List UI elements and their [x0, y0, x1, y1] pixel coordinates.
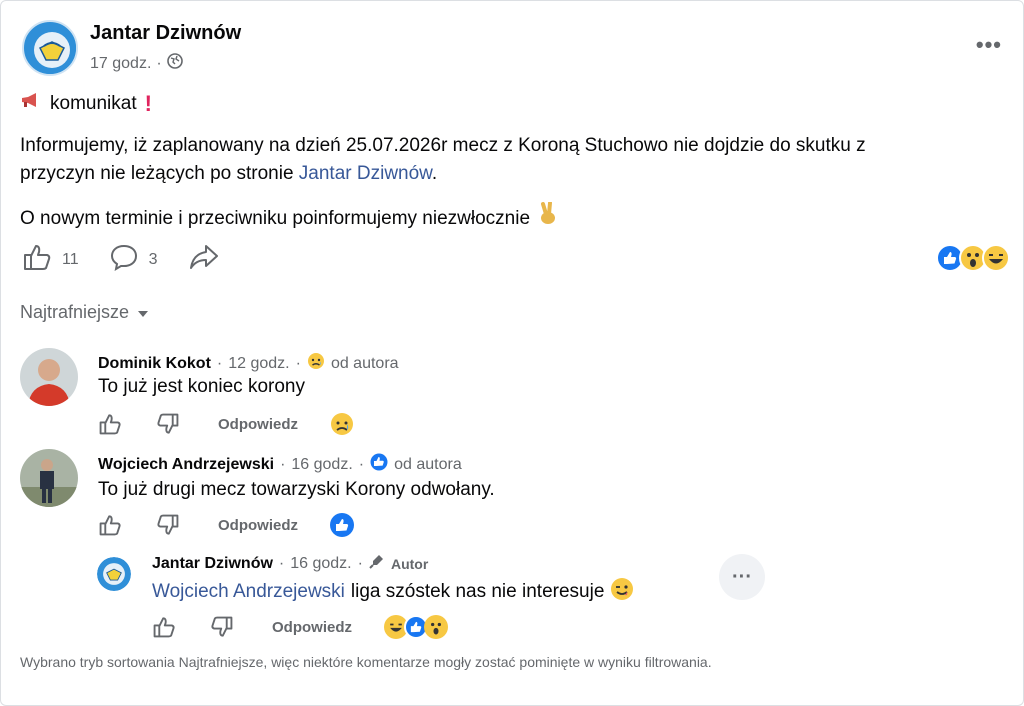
- reply-body: liga szóstek nas nie interesuje: [350, 581, 605, 602]
- comment-text: To już jest koniec korony: [98, 376, 305, 397]
- globe-icon: [166, 53, 183, 74]
- body-punct: .: [431, 163, 438, 184]
- page-mention-link[interactable]: Jantar Dziwnów: [299, 163, 432, 184]
- dislike-comment-icon[interactable]: [210, 616, 234, 638]
- share-action[interactable]: [188, 243, 220, 276]
- dislike-comment-icon[interactable]: [156, 413, 180, 435]
- meta-separator: ·: [295, 354, 301, 372]
- author-reaction-badge: od autora: [394, 455, 462, 473]
- comment-count: 3: [148, 250, 158, 268]
- reply-time[interactable]: 16 godz.: [290, 555, 351, 573]
- sad-reaction-icon[interactable]: [330, 412, 354, 436]
- body-text-3: O nowym terminie i przeciwniku poinformu…: [20, 207, 531, 229]
- wow-reaction-icon: [424, 615, 448, 639]
- comment-time[interactable]: 16 godz.: [291, 456, 352, 474]
- dislike-comment-icon[interactable]: [156, 514, 180, 536]
- share-arrow-icon: [188, 243, 220, 276]
- like-action[interactable]: 11: [22, 243, 79, 276]
- commenter-avatar[interactable]: [20, 449, 78, 507]
- reply-more-options-icon[interactable]: ···: [719, 554, 765, 600]
- haha-reaction-icon: [982, 244, 1010, 272]
- filter-notice: Wybrano tryb sortowania Najtrafniejsze, …: [20, 654, 712, 670]
- comment-actions: Odpowiedz: [98, 513, 354, 537]
- page-name[interactable]: Jantar Dziwnów: [90, 22, 241, 45]
- meta-separator: ·: [156, 54, 162, 72]
- post-heading-line: komunikat !: [20, 90, 152, 118]
- reply-button[interactable]: Odpowiedz: [218, 416, 298, 433]
- like-comment-icon[interactable]: [98, 514, 122, 536]
- chevron-down-icon: [137, 302, 149, 323]
- sort-label: Najtrafniejsze: [20, 302, 130, 322]
- wink-emoji-icon: [610, 577, 634, 607]
- comment-sort-dropdown[interactable]: Najtrafniejsze: [20, 302, 149, 323]
- page-avatar[interactable]: [22, 20, 78, 76]
- like-comment-icon[interactable]: [98, 413, 122, 435]
- reply-actions: Odpowiedz: [152, 615, 448, 639]
- exclamation-icon: !: [144, 91, 152, 116]
- post-body-line3: O nowym terminie i przeciwniku poinformu…: [20, 201, 558, 235]
- author-reaction-badge: od autora: [330, 354, 399, 372]
- body-text: przyczyn nie leżących po stronie: [20, 163, 294, 184]
- like-reaction-icon[interactable]: [330, 513, 354, 537]
- like-comment-icon[interactable]: [152, 616, 176, 638]
- reply-text: Wojciech Andrzejewski liga szóstek nas n…: [152, 577, 634, 607]
- microphone-icon: [369, 553, 385, 574]
- reply-mention-link[interactable]: Wojciech Andrzejewski: [152, 581, 345, 603]
- meta-separator: ·: [357, 554, 363, 572]
- commenter-avatar[interactable]: [20, 348, 78, 406]
- meta-separator: ·: [280, 455, 286, 473]
- comment-text: To już drugi mecz towarzyski Korony odwo…: [98, 479, 495, 500]
- comment-action[interactable]: 3: [109, 243, 158, 276]
- reply-header: Jantar Dziwnów · 16 godz. · Autor: [152, 553, 428, 574]
- commenter-name[interactable]: Dominik Kokot: [98, 355, 211, 373]
- comment-time[interactable]: 12 godz.: [228, 355, 289, 373]
- author-label: Autor: [390, 555, 429, 572]
- commenter-name[interactable]: Wojciech Andrzejewski: [98, 456, 274, 474]
- megaphone-icon: [20, 90, 42, 118]
- post-body-line2: przyczyn nie leżących po stronie Jantar …: [20, 160, 437, 188]
- post-body-line1: Informujemy, iż zaplanowany na dzień 25.…: [20, 135, 866, 156]
- post-heading: komunikat: [50, 93, 137, 114]
- like-count: 11: [62, 250, 79, 268]
- victory-hand-icon: [538, 201, 558, 235]
- reaction-summary[interactable]: [936, 244, 1010, 272]
- comment-bubble-icon: [109, 243, 139, 276]
- reply-author-name[interactable]: Jantar Dziwnów: [152, 555, 273, 573]
- reply-button[interactable]: Odpowiedz: [218, 517, 298, 534]
- comment-actions: Odpowiedz: [98, 412, 354, 436]
- sad-reaction-icon: [307, 352, 325, 375]
- post-time[interactable]: 17 godz.: [90, 55, 151, 73]
- post-actions: 11 3: [22, 243, 250, 276]
- more-options-icon[interactable]: •••: [976, 32, 1002, 58]
- meta-separator: ·: [278, 554, 285, 572]
- thumbs-up-icon: [22, 243, 52, 276]
- page-reply-avatar[interactable]: [97, 557, 131, 591]
- reply-reactions[interactable]: [384, 615, 448, 639]
- reply-button[interactable]: Odpowiedz: [272, 619, 352, 636]
- meta-separator: ·: [358, 455, 365, 473]
- meta-separator: ·: [216, 354, 223, 372]
- comment-header: Dominik Kokot · 12 godz. · od autora: [98, 352, 399, 375]
- like-reaction-icon: [370, 453, 388, 476]
- comment-header: Wojciech Andrzejewski · 16 godz. · od au…: [98, 453, 462, 476]
- post-meta: 17 godz. ·: [90, 53, 183, 74]
